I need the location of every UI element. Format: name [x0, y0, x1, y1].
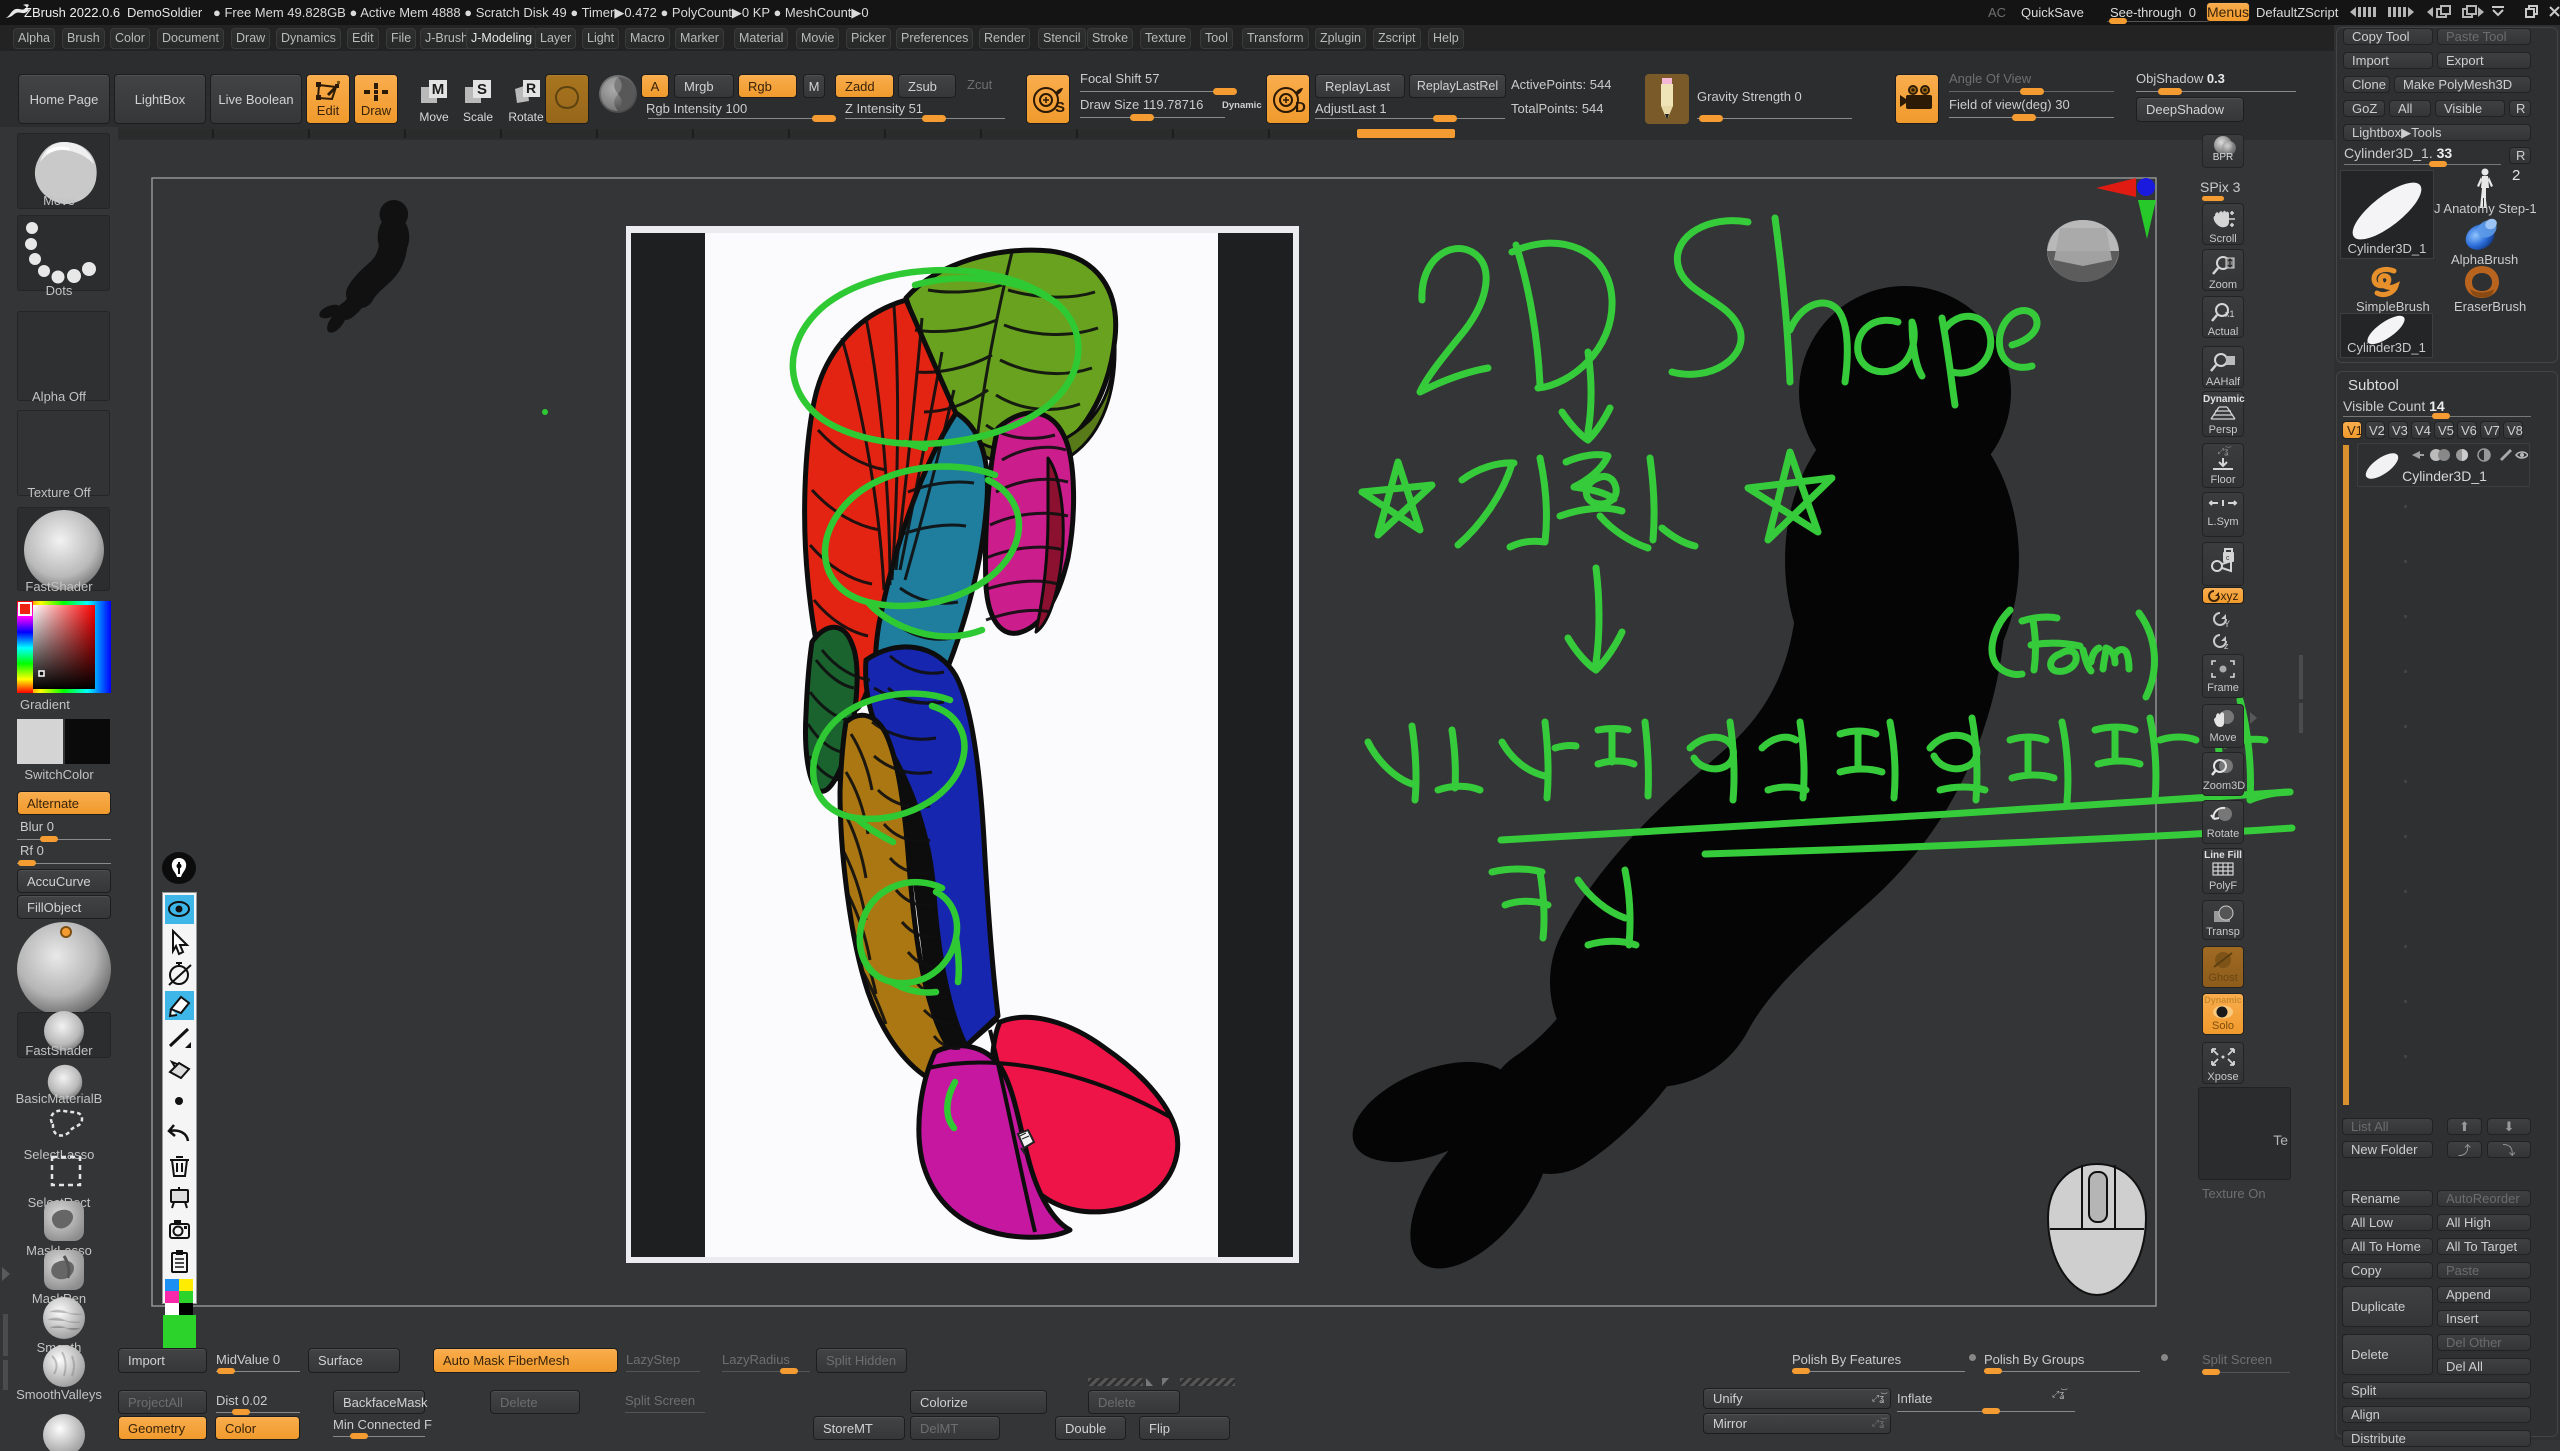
svg-text:D: D: [1295, 99, 1306, 116]
svg-text:c: c: [2226, 555, 2230, 562]
svg-text:M: M: [432, 81, 445, 98]
svg-text:z: z: [2224, 641, 2229, 650]
svg-text:x1: x1: [2225, 309, 2235, 319]
svg-text:S: S: [477, 81, 487, 98]
svg-text:Y: Y: [2224, 619, 2230, 628]
svg-text:S: S: [1055, 99, 1065, 116]
svg-text:R: R: [526, 80, 536, 96]
